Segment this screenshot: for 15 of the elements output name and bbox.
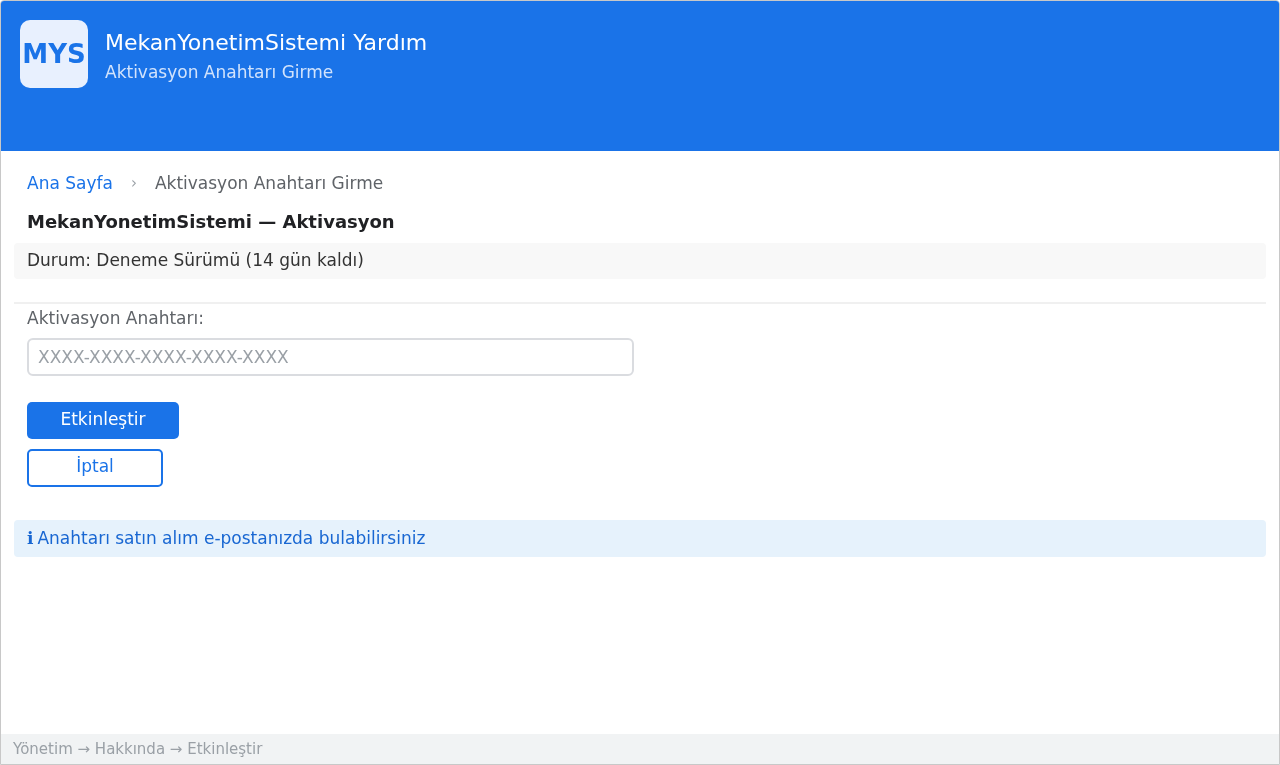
app-subtitle: Aktivasyon Anahtarı Girme xyxy=(105,61,334,83)
breadcrumb-separator: › xyxy=(130,173,137,194)
activation-key-input[interactable]: XXXX-XXXX-XXXX-XXXX-XXXX xyxy=(27,338,634,376)
activate-button[interactable]: Etkinleştir xyxy=(27,402,179,439)
cancel-button[interactable]: İptal xyxy=(27,449,163,487)
breadcrumb-current: Aktivasyon Anahtarı Girme xyxy=(154,172,384,194)
breadcrumb-link[interactable]: Ana Sayfa xyxy=(27,172,113,194)
app-title: MekanYonetimSistemi Yardım xyxy=(105,29,428,57)
status-panel: Durum: Deneme Sürümü (14 gün kaldı) xyxy=(14,243,1266,279)
page-heading: MekanYonetimSistemi — Aktivasyon xyxy=(27,210,395,234)
app-logo: MYS xyxy=(20,20,88,88)
field-label: Aktivasyon Anahtarı: xyxy=(27,307,204,329)
status-bar: Yönetim → Hakkında → Etkinleştir xyxy=(1,734,1279,764)
info-text: Anahtarı satın alım e-postanızda bulabilirsiniz xyxy=(37,526,426,550)
info-icon: ℹ xyxy=(27,525,34,552)
